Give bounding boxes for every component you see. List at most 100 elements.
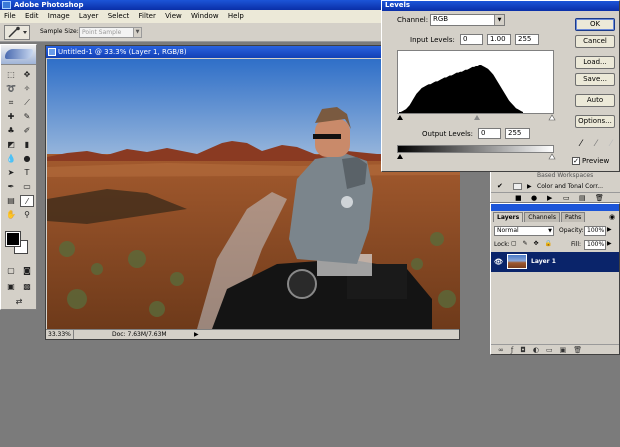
opacity-input[interactable]: 100% [584, 226, 606, 236]
type-tool-icon[interactable]: T [20, 167, 34, 179]
menu-filter[interactable]: Filter [139, 12, 156, 20]
zoom-tool-icon[interactable]: ⚲ [20, 209, 34, 221]
document-title: Untitled-1 @ 33.3% (Layer 1, RGB/8) [58, 48, 187, 56]
menu-select[interactable]: Select [108, 12, 130, 20]
style-icon[interactable]: ƒ [511, 346, 513, 354]
history-snapshot-icon [513, 183, 522, 190]
options-button[interactable]: Options... [575, 115, 615, 128]
tool-preset-picker[interactable] [4, 25, 30, 40]
menu-edit[interactable]: Edit [25, 12, 39, 20]
sample-size-label: Sample Size: [40, 28, 79, 35]
eye-icon[interactable]: 👁 [494, 252, 503, 272]
levels-title: Levels [385, 1, 411, 9]
mask-icon[interactable]: ◘ [520, 346, 526, 354]
output-black-slider[interactable] [397, 154, 403, 159]
link-icon[interactable]: ∞ [498, 346, 504, 354]
app-title: Adobe Photoshop [14, 1, 84, 9]
input-black-field[interactable]: 0 [460, 34, 483, 45]
zoom-level[interactable]: 33.33% [48, 330, 74, 339]
input-gamma-field[interactable]: 1.00 [487, 34, 511, 45]
menu-file[interactable]: File [4, 12, 16, 20]
output-gradient-bar [397, 145, 554, 153]
auto-button[interactable]: Auto [575, 94, 615, 107]
shape-tool-icon[interactable]: ▭ [20, 181, 34, 193]
group-icon[interactable]: ▭ [546, 346, 553, 354]
status-menu-arrow-icon[interactable]: ▶ [194, 330, 199, 339]
white-eyedropper-icon[interactable]: ⁄ [605, 138, 617, 150]
black-eyedropper-icon[interactable]: ⁄ [575, 138, 587, 150]
photoshop-feather-icon [5, 49, 33, 59]
jump-to-imageready-icon[interactable]: ⇄ [12, 296, 26, 308]
chevron-right-icon[interactable]: ▶ [607, 240, 612, 247]
fill-input[interactable]: 100% [584, 240, 606, 250]
channel-select[interactable]: RGB ▼ [430, 14, 505, 26]
eyedropper-tool-icon[interactable]: ⁄ [20, 195, 34, 207]
eraser-tool-icon[interactable]: ◩ [4, 139, 18, 151]
output-white-slider[interactable] [548, 153, 556, 160]
clone-stamp-tool-icon[interactable]: ♣ [4, 125, 18, 137]
tab-layers[interactable]: Layers [493, 212, 524, 222]
dodge-tool-icon[interactable]: ● [20, 153, 34, 165]
levels-title-bar[interactable]: Levels [382, 1, 619, 11]
chevron-right-icon[interactable]: ▶ [607, 226, 612, 233]
menu-view[interactable]: View [165, 12, 182, 20]
tab-paths[interactable]: Paths [560, 212, 586, 222]
preview-checkbox[interactable]: ✓ [572, 157, 580, 165]
panel-menu-icon[interactable]: ◉ [609, 213, 615, 221]
toolbox: ⬚ ✥ ➰ ✧ ⌗ ⟋ ✚ ✎ ♣ ✐ ◩ ▮ 💧 ● ➤ T ✒ ▭ ▤ ⁄ … [0, 44, 37, 310]
gray-eyedropper-icon[interactable]: ⁄ [590, 138, 602, 150]
menu-window[interactable]: Window [191, 12, 219, 20]
lock-icons[interactable]: ▢ ✎ ✥ 🔒 [511, 240, 554, 247]
history-item[interactable]: ✔ ▶ Color and Tonal Corr... [491, 181, 620, 192]
hand-tool-icon[interactable]: ✋ [4, 209, 18, 221]
healing-brush-tool-icon[interactable]: ✚ [4, 111, 18, 123]
magic-wand-tool-icon[interactable]: ✧ [20, 83, 34, 95]
layer-row[interactable]: 👁 Layer 1 [491, 252, 619, 272]
trash-icon[interactable]: 🗑 [573, 346, 582, 354]
notes-tool-icon[interactable]: ▤ [4, 195, 18, 207]
input-sliders[interactable] [397, 114, 557, 121]
output-white-field[interactable]: 255 [505, 128, 530, 139]
gradient-tool-icon[interactable]: ▮ [20, 139, 34, 151]
lasso-tool-icon[interactable]: ➰ [4, 83, 18, 95]
chevron-right-icon: ▶ [527, 183, 532, 190]
blend-mode-select[interactable]: Normal ▼ [494, 226, 554, 236]
marquee-tool-icon[interactable]: ⬚ [4, 69, 18, 81]
lock-label: Lock: [494, 241, 510, 248]
screen-mode-icon[interactable]: ▣ [4, 281, 18, 293]
tab-channels[interactable]: Channels [524, 212, 560, 222]
input-gamma-slider[interactable] [474, 115, 480, 120]
input-white-field[interactable]: 255 [515, 34, 539, 45]
load-button[interactable]: Load... [575, 56, 615, 69]
sample-size-select[interactable]: Point Sample ▼ [79, 27, 142, 38]
output-black-field[interactable]: 0 [478, 128, 501, 139]
brush-tool-icon[interactable]: ✎ [20, 111, 34, 123]
ok-button[interactable]: OK [575, 18, 615, 31]
input-white-slider[interactable] [548, 114, 556, 121]
crop-tool-icon[interactable]: ⌗ [4, 97, 18, 109]
output-sliders[interactable] [397, 153, 557, 160]
cancel-button[interactable]: Cancel [575, 35, 615, 48]
quick-mask-mode-icon[interactable]: ◙ [20, 265, 34, 277]
input-black-slider[interactable] [397, 115, 403, 120]
path-selection-tool-icon[interactable]: ➤ [4, 167, 18, 179]
move-tool-icon[interactable]: ✥ [20, 69, 34, 81]
slice-tool-icon[interactable]: ⟋ [20, 97, 34, 109]
foreground-color-swatch[interactable] [5, 231, 21, 247]
full-screen-mode-icon[interactable]: ▩ [20, 281, 34, 293]
menu-help[interactable]: Help [228, 12, 244, 20]
menu-layer[interactable]: Layer [79, 12, 99, 20]
standard-mode-icon[interactable]: ▢ [4, 265, 18, 277]
histogram [397, 50, 554, 114]
fill-layer-icon[interactable]: ◐ [533, 346, 539, 354]
layers-panel-titlebar[interactable] [491, 204, 619, 211]
blur-tool-icon[interactable]: 💧 [4, 153, 18, 165]
history-brush-tool-icon[interactable]: ✐ [20, 125, 34, 137]
layer-thumbnail [507, 254, 527, 269]
menu-image[interactable]: Image [48, 12, 70, 20]
histogram-chart [399, 65, 523, 113]
pen-tool-icon[interactable]: ✒ [4, 181, 18, 193]
layer-name[interactable]: Layer 1 [531, 252, 556, 272]
new-layer-icon[interactable]: ▣ [560, 346, 567, 354]
save-button[interactable]: Save... [575, 73, 615, 86]
